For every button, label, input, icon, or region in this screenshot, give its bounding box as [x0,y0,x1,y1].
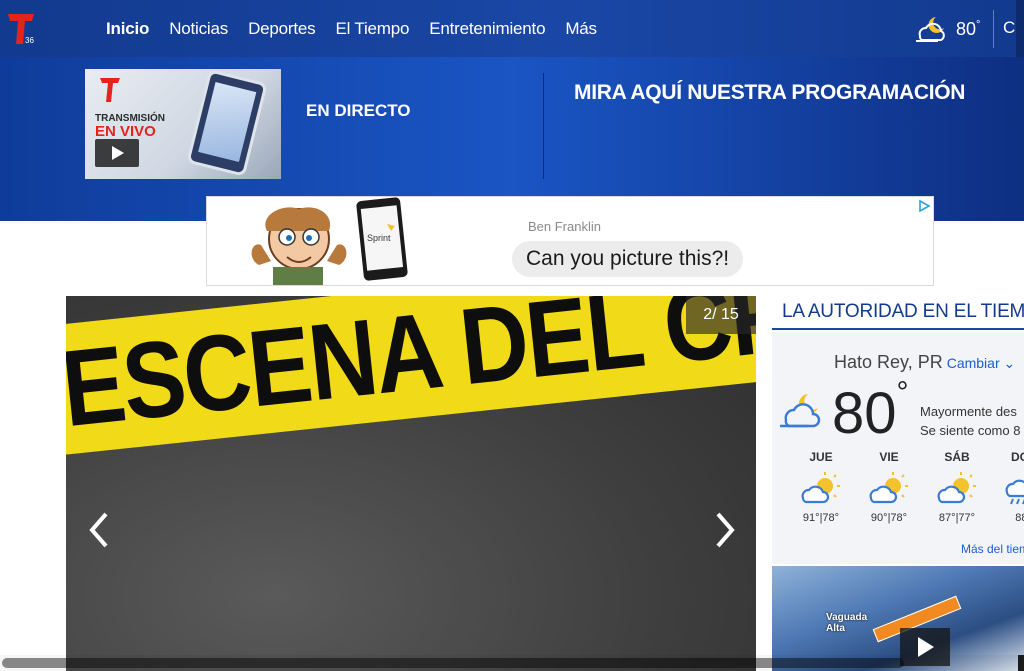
horizontal-scrollbar[interactable] [0,655,1024,671]
adchoices-icon[interactable] [917,199,931,213]
top-navigation: 36 Inicio Noticias Deportes El Tiempo En… [0,0,1024,80]
nav-item-inicio[interactable]: Inicio [106,19,149,39]
weather-description: Mayormente des Se siente como 8 [920,404,1021,438]
header-weather[interactable]: 80° [914,12,980,46]
nav-item-deportes[interactable]: Deportes [248,19,316,39]
nav-item-el-tiempo[interactable]: El Tiempo [335,19,409,39]
ad-message-bubble: Can you picture this?! [512,241,744,277]
header-temperature: 80° [956,18,981,39]
thumb-text-en-vivo: EN VIVO [95,123,156,140]
programming-link[interactable]: MIRA AQUÍ NUESTRA PROGRAMACIÓN [574,81,965,105]
forecast-day: JUE 91°|78° [794,450,848,524]
gallery-counter: 2/ 15 [686,296,756,334]
forecast-day: SÁB 87°|77° [930,450,984,524]
map-label: Vaguada Alta [826,612,868,634]
weather-card: Hato Rey, PR Cambiar ⌄ 80° Mayormente des… [772,332,1024,564]
main-nav: Inicio Noticias Deportes El Tiempo Entre… [106,0,597,57]
partly-sunny-icon [801,472,840,504]
change-location-link[interactable]: Cambiar ⌄ [947,355,1016,371]
rain-icon [1005,479,1024,505]
phone-illustration [186,69,268,177]
current-temperature: 80° [832,376,909,446]
nav-item-mas[interactable]: Más [565,19,597,39]
nav-divider [993,10,994,48]
weather-location: Hato Rey, PR Cambiar ⌄ [834,352,1015,373]
scrollbar-corner [1018,655,1024,671]
partly-sunny-icon [937,472,976,504]
forecast-day: VIE 90°|78° [862,450,916,524]
forecast-day: DOM 88°| [998,450,1024,524]
telemundo-thumb-logo [100,78,120,102]
telemundo-logo[interactable]: 36 [6,12,36,46]
cloudy-night-icon [916,17,945,42]
svg-text:36: 36 [25,36,34,45]
weather-header: LA AUTORIDAD EN EL TIEM [772,296,1024,330]
photo-gallery[interactable]: ESCENA DEL CRIM 2/ 15 [66,296,756,671]
chevron-right-icon[interactable] [710,510,740,550]
cloudy-night-icon [780,394,821,428]
nav-item-noticias[interactable]: Noticias [169,19,228,39]
svg-text:Sprint: Sprint [367,233,391,243]
weather-header-title: LA AUTORIDAD EN EL TIEM [782,301,1024,322]
location-name: Hato Rey, PR [834,352,943,372]
play-icon[interactable] [95,139,139,167]
forecast-list: JUE 91°|78° VIE 90°|78° SÁB 87°|77° D 8 [794,450,1024,524]
sprint-logo: Sprint [367,224,395,243]
banner-divider [543,73,544,179]
partly-sunny-icon [869,472,908,504]
scrollbar-thumb[interactable] [2,658,904,668]
nav-item-entretenimiento[interactable]: Entretenimiento [429,19,545,39]
live-video-thumbnail[interactable]: TRANSMISIÓN EN VIVO [85,69,281,179]
chevron-left-icon[interactable] [84,510,114,550]
advertisement-banner[interactable]: Sprint Ben Franklin Can you picture this… [206,196,934,286]
ben-franklin-cartoon [251,207,347,285]
more-weather-link[interactable]: Más del tiem [961,542,1024,556]
ad-sender-name: Ben Franklin [528,219,601,234]
live-label[interactable]: EN DIRECTO [306,101,411,121]
